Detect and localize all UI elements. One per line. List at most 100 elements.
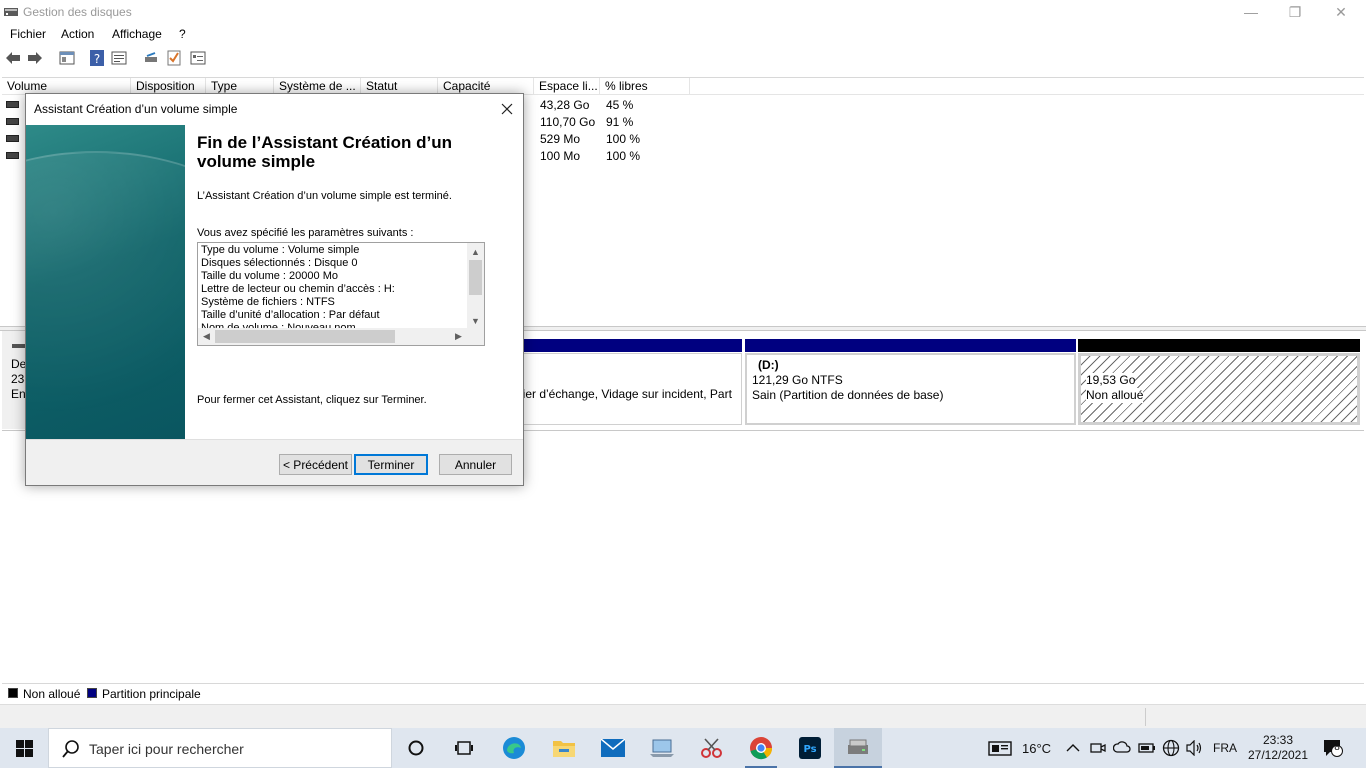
taskbar: Taper ici pour rechercher Ps 16°C FRA 23… [0, 728, 1366, 768]
column-free-space[interactable]: Espace li... [534, 78, 600, 95]
wizard-params-label: Vous avez spécifié les paramètres suivan… [197, 227, 414, 239]
language-indicator[interactable]: FRA [1213, 728, 1237, 768]
taskbar-file-explorer[interactable] [540, 728, 588, 768]
properties-icon[interactable] [110, 49, 128, 67]
scissors-icon [701, 738, 722, 758]
network-tray[interactable] [1162, 728, 1180, 768]
unallocated-label: Non alloué [1086, 388, 1144, 403]
weather-widget[interactable]: 16°C [988, 728, 1051, 768]
laptop-icon [650, 739, 674, 757]
task-view-icon [455, 741, 473, 755]
meet-now-tray[interactable] [1090, 728, 1106, 768]
folder-icon [553, 741, 575, 757]
percent-free-cell: 45 % [606, 98, 634, 112]
partition-d[interactable]: (D:) 121,29 Go NTFS Sain (Partition de d… [745, 353, 1076, 425]
forward-arrow-icon[interactable] [26, 49, 44, 67]
window-title: Gestion des disques [23, 5, 132, 19]
mail-icon [601, 739, 625, 757]
volume-tray[interactable] [1186, 728, 1204, 768]
partition-status: hier d’échange, Vidage sur incident, Par… [516, 387, 732, 401]
param-line: Disques sélectionnés : Disque 0 [201, 257, 358, 269]
wizard-title: Assistant Création d’un volume simple [34, 102, 238, 116]
menu-affichage[interactable]: Affichage [112, 27, 162, 41]
wizard-footer: < Précédent Terminer Annuler [26, 439, 523, 485]
help-icon[interactable]: ? [88, 49, 106, 67]
partition-label [516, 357, 736, 372]
close-icon [501, 103, 513, 115]
wizard-dialog: Assistant Création d’un volume simple Fi… [25, 93, 524, 486]
restore-button[interactable]: ❐ [1272, 0, 1318, 24]
title-bar: Gestion des disques — ❐ ✕ [0, 0, 1366, 24]
banner-decoration [26, 151, 185, 439]
task-view-button[interactable] [440, 728, 488, 768]
cloud-sync-icon [1113, 741, 1131, 753]
menu-bar: Fichier Action Affichage ? [0, 24, 1366, 44]
console-tree-icon[interactable] [58, 49, 76, 67]
partition-bar [1078, 339, 1360, 352]
percent-free-cell: 91 % [606, 115, 634, 129]
legend-swatch-primary [87, 688, 97, 698]
vertical-scrollbar[interactable]: ▲ ▼ [467, 243, 484, 329]
menu-action[interactable]: Action [61, 27, 94, 41]
taskbar-photoshop[interactable]: Ps [786, 728, 834, 768]
scroll-right-arrow-icon[interactable]: ▶ [450, 328, 467, 345]
show-hidden-icons[interactable] [1066, 728, 1080, 768]
clock[interactable]: 23:33 27/12/2021 [1248, 728, 1308, 768]
volume-icon [6, 118, 19, 125]
scroll-left-arrow-icon[interactable]: ◀ [198, 328, 215, 345]
disk-management-icon [848, 739, 868, 754]
search-placeholder: Taper ici pour rechercher [89, 741, 244, 757]
menu-help[interactable]: ? [179, 27, 186, 41]
battery-tray[interactable] [1138, 728, 1156, 768]
taskbar-snipping-tool[interactable] [688, 728, 736, 768]
view-list-icon[interactable] [189, 49, 207, 67]
disk-management-icon [4, 8, 18, 16]
vertical-scroll-thumb[interactable] [469, 260, 482, 295]
cancel-button[interactable]: Annuler [439, 454, 512, 475]
free-space-cell: 100 Mo [540, 149, 581, 163]
back-button[interactable]: < Précédent [279, 454, 352, 475]
taskbar-edge[interactable] [490, 728, 538, 768]
wizard-close-hint: Pour fermer cet Assistant, cliquez sur T… [197, 394, 427, 406]
param-line: Lettre de lecteur ou chemin d’accès : H: [201, 283, 395, 295]
horizontal-scrollbar[interactable]: ◀ ▶ [198, 328, 484, 345]
scroll-down-arrow-icon[interactable]: ▼ [467, 312, 484, 329]
close-button[interactable]: ✕ [1318, 0, 1364, 24]
connect-disk-icon[interactable] [142, 49, 160, 67]
camera-icon [1090, 743, 1106, 753]
weather-temp: 16°C [1022, 740, 1052, 756]
menu-fichier[interactable]: Fichier [10, 27, 46, 41]
sync-tray[interactable] [1113, 728, 1131, 768]
svg-text:?: ? [94, 52, 100, 66]
cortana-button[interactable] [392, 728, 440, 768]
wizard-close-button[interactable] [497, 99, 517, 119]
taskbar-disk-management[interactable] [834, 728, 882, 768]
partition-c[interactable]: hier d’échange, Vidage sur incident, Par… [510, 353, 742, 425]
partition-status: Sain (Partition de données de base) [752, 388, 944, 402]
start-button[interactable] [0, 728, 48, 768]
taskbar-search[interactable]: Taper ici pour rechercher [48, 728, 392, 768]
taskbar-computer[interactable] [638, 728, 686, 768]
back-arrow-icon[interactable] [4, 49, 22, 67]
wizard-content: Fin de l’Assistant Création d’un volume … [185, 125, 523, 439]
check-icon[interactable] [165, 49, 183, 67]
unallocated-space[interactable]: 19,53 Go Non alloué [1078, 353, 1360, 425]
param-line: Taille d’unité d’allocation : Par défaut [201, 309, 380, 321]
taskbar-mail[interactable] [589, 728, 637, 768]
language-label: FRA [1213, 741, 1237, 755]
parameters-listbox[interactable]: Type du volume : Volume simple Disques s… [197, 242, 485, 346]
free-space-cell: 529 Mo [540, 132, 581, 146]
edge-icon [503, 737, 525, 759]
finish-button[interactable]: Terminer [354, 454, 428, 475]
action-center-button[interactable]: 8 [1322, 728, 1344, 768]
param-line: Taille du volume : 20000 Mo [201, 270, 338, 282]
minimize-button[interactable]: — [1228, 0, 1274, 24]
photoshop-icon: Ps [799, 737, 821, 759]
scroll-up-arrow-icon[interactable]: ▲ [467, 243, 484, 260]
weather-icon [988, 741, 1012, 756]
legend-label-unallocated: Non alloué [23, 687, 81, 701]
taskbar-chrome[interactable] [737, 728, 785, 768]
windows-logo-icon [15, 739, 33, 757]
horizontal-scroll-thumb[interactable] [215, 330, 395, 343]
column-percent-free[interactable]: % libres [600, 78, 690, 95]
